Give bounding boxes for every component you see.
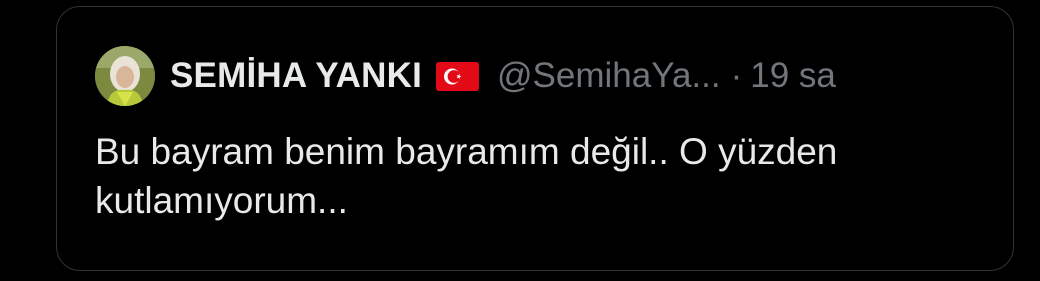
- tweet-text: Bu bayram benim bayramım değil.. O yüzde…: [95, 131, 838, 221]
- user-handle[interactable]: @SemihaYa...: [497, 56, 721, 96]
- quoted-tweet-card[interactable]: SEMİHA YANKI @SemihaYa... · 19 sa Bu bay…: [56, 6, 1014, 271]
- turkey-flag-icon: [436, 61, 479, 91]
- avatar[interactable]: [95, 46, 155, 106]
- display-name[interactable]: SEMİHA YANKI: [170, 56, 422, 96]
- timestamp[interactable]: 19 sa: [750, 56, 836, 96]
- separator-dot: ·: [730, 56, 743, 95]
- tweet-header: SEMİHA YANKI @SemihaYa... · 19 sa: [95, 45, 836, 107]
